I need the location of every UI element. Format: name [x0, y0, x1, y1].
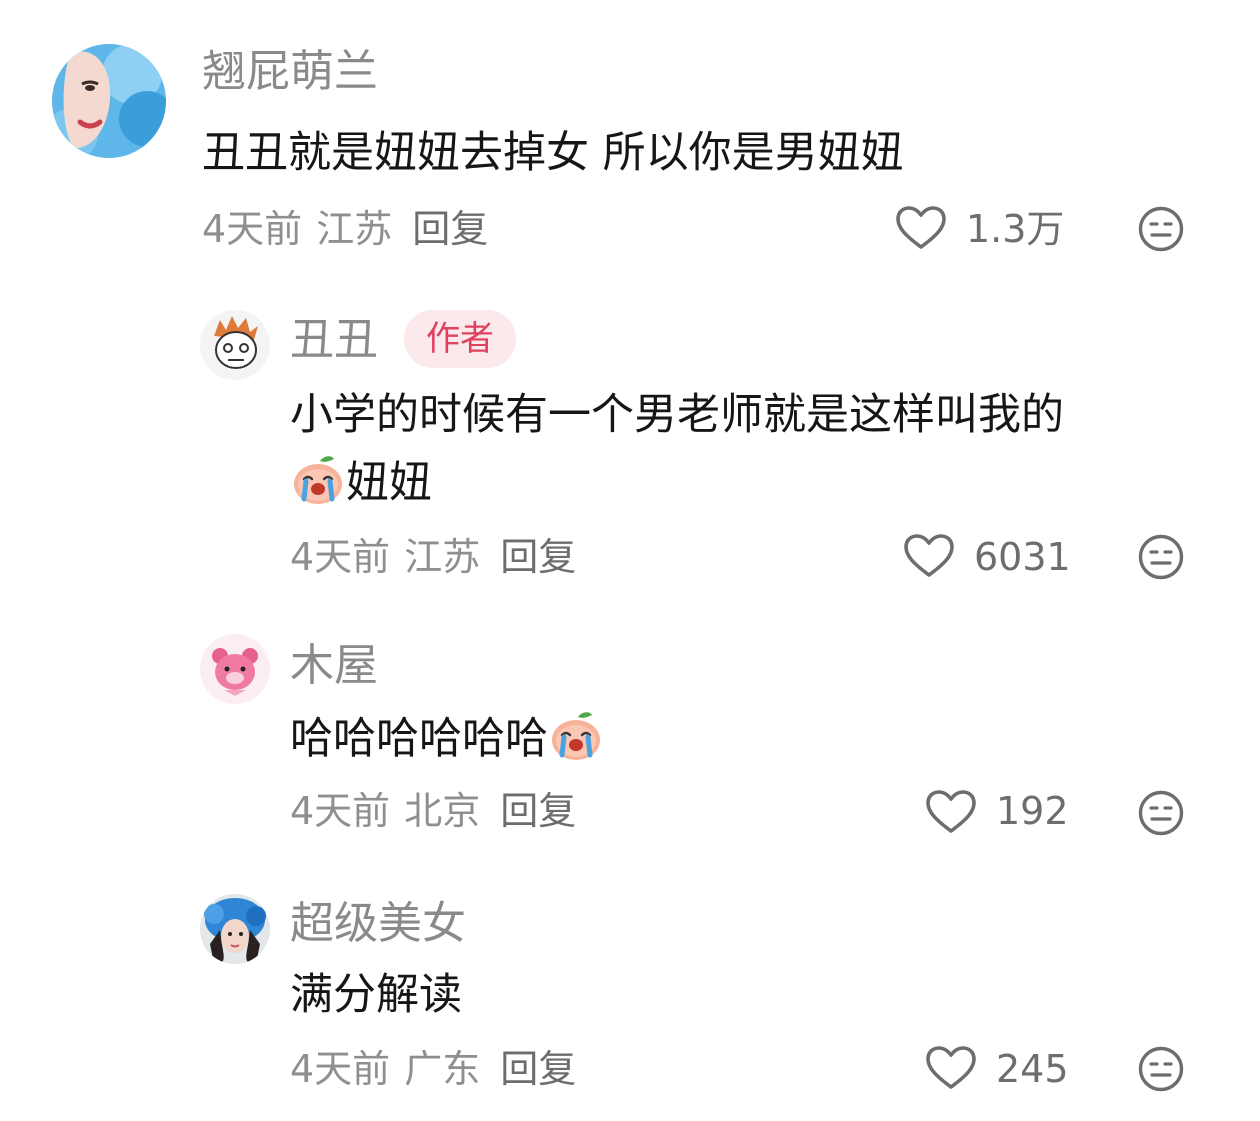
avatar-pink-bear-icon[interactable]: [200, 634, 270, 704]
like-count: 1.3万: [966, 207, 1065, 251]
comment-item: 翘屁萌兰 丑丑就是妞妞去掉女 所以你是男妞妞 4天前 江苏 回复 1.3万: [0, 0, 1260, 270]
comment-meta: 4天前 江苏 回复: [202, 210, 502, 248]
comment-location: 江苏: [404, 535, 481, 579]
comment-time: 4天前: [202, 207, 303, 251]
reply-button[interactable]: 回复: [500, 535, 576, 579]
heart-outline-icon[interactable]: [904, 534, 954, 578]
comment-time: 4天前: [290, 1047, 391, 1091]
comment-location: 北京: [404, 789, 481, 833]
like-count: 6031: [974, 535, 1071, 579]
comment-text: 满分解读: [290, 970, 462, 1020]
username[interactable]: 翘屁萌兰: [202, 50, 378, 94]
meh-face-icon[interactable]: [1138, 1046, 1184, 1092]
username[interactable]: 木屋: [290, 644, 378, 688]
comment-text-main: 哈哈哈哈哈哈: [290, 714, 548, 764]
comment-time: 4天前: [290, 535, 391, 579]
author-badge: 作者: [404, 310, 516, 368]
heart-outline-icon[interactable]: [926, 790, 976, 834]
comment-meta: 4天前 北京 回复: [290, 792, 590, 830]
comment-location: 江苏: [316, 207, 393, 251]
crying-peach-emoji-icon: [290, 451, 346, 507]
like-count: 245: [996, 1047, 1069, 1091]
crying-peach-emoji-icon: [548, 707, 604, 763]
meh-face-icon[interactable]: [1138, 790, 1184, 836]
like-count: 192: [996, 789, 1069, 833]
comment-location: 广东: [404, 1047, 481, 1091]
comment-text-continued: 妞妞: [346, 458, 432, 508]
comment-item: 木屋 哈哈哈哈哈哈 4天前 北京 回复 192: [0, 620, 1260, 880]
comment-text: 丑丑就是妞妞去掉女 所以你是男妞妞: [202, 128, 904, 178]
heart-outline-icon[interactable]: [896, 206, 946, 250]
comment-meta: 4天前 广东 回复: [290, 1050, 590, 1088]
comment-item: 超级美女 满分解读 4天前 广东 回复 245: [0, 880, 1260, 1121]
avatar-blue-hood-girl-icon[interactable]: [200, 894, 270, 964]
comment-meta: 4天前 江苏 回复: [290, 538, 590, 576]
avatar-blue-fur-hood-icon[interactable]: [52, 44, 166, 158]
reply-button[interactable]: 回复: [412, 207, 488, 251]
avatar-cartoon-boy-icon[interactable]: [200, 310, 270, 380]
reply-button[interactable]: 回复: [500, 789, 576, 833]
reply-button[interactable]: 回复: [500, 1047, 576, 1091]
username[interactable]: 超级美女: [290, 902, 466, 946]
comment-text: 哈哈哈哈哈哈: [290, 706, 604, 772]
meh-face-icon[interactable]: [1138, 206, 1184, 252]
comment-text-line2: 妞妞: [290, 450, 432, 516]
comment-text: 小学的时候有一个男老师就是这样叫我的: [290, 390, 1064, 440]
comment-item: 丑丑 作者 小学的时候有一个男老师就是这样叫我的 妞妞 4天前 江苏 回复 6031: [0, 270, 1260, 620]
meh-face-icon[interactable]: [1138, 534, 1184, 580]
username[interactable]: 丑丑: [290, 318, 378, 362]
comment-time: 4天前: [290, 789, 391, 833]
heart-outline-icon[interactable]: [926, 1046, 976, 1090]
